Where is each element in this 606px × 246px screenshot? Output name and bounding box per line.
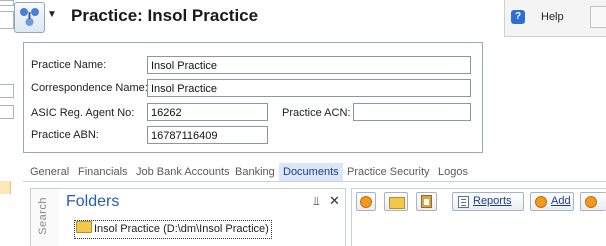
app-menu-button[interactable]: [14, 2, 45, 33]
tab-divider: [23, 181, 606, 182]
practice-acn-label: Practice ACN:: [282, 107, 351, 119]
new-document-button[interactable]: [356, 192, 376, 211]
paste-button[interactable]: [416, 192, 437, 211]
add-circle-icon: [585, 196, 597, 208]
folder-tree-item-label: Insol Practice (D:\dm\Insol Practice): [94, 223, 269, 235]
page-title: Practice: Insol Practice: [71, 6, 259, 25]
left-strip-segment: [0, 84, 14, 98]
tab-job-bank-accounts[interactable]: Job Bank Accounts: [136, 163, 230, 181]
pin-icon[interactable]: ⫫: [313, 194, 320, 209]
folder-icon: [76, 221, 92, 233]
left-strip-selected-item: [0, 181, 11, 194]
tab-documents[interactable]: Documents: [279, 163, 343, 181]
tab-general[interactable]: General: [30, 163, 69, 181]
help-icon[interactable]: ?: [511, 10, 525, 24]
report-icon: [458, 196, 469, 208]
left-strip-segment: [0, 11, 14, 29]
tab-practice-security[interactable]: Practice Security: [347, 163, 430, 181]
tab-financials[interactable]: Financials: [78, 163, 128, 181]
open-folder-icon: [389, 197, 405, 209]
left-clipped-panel: [0, 0, 14, 245]
clipboard-icon: [421, 195, 432, 208]
toolbar-overflow-button[interactable]: [590, 6, 606, 28]
tab-banking[interactable]: Banking: [235, 163, 275, 181]
folders-title: Folders: [66, 193, 120, 210]
reports-button-label: Reports: [473, 195, 512, 207]
correspondence-name-label: Correspondence Name:: [31, 82, 148, 94]
practice-abn-label: Practice ABN:: [31, 129, 99, 141]
folder-tree-item[interactable]: Insol Practice (D:\dm\Insol Practice): [74, 220, 272, 239]
add-circle-icon: [360, 196, 372, 208]
add-button-label: Add: [551, 195, 571, 207]
chevron-down-icon[interactable]: ▼: [46, 9, 58, 21]
practice-name-field[interactable]: Insol Practice: [147, 56, 471, 74]
help-button[interactable]: Help: [541, 11, 564, 23]
correspondence-name-field[interactable]: Insol Practice: [147, 79, 471, 97]
practice-details-form: Practice Name: Insol Practice Correspond…: [23, 42, 483, 153]
asic-reg-agent-label: ASIC Reg. Agent No:: [31, 107, 135, 119]
search-side-tab-label: Search: [37, 197, 49, 235]
practice-acn-field[interactable]: [353, 103, 471, 121]
left-strip-segment: [0, 0, 14, 6]
tab-logos[interactable]: Logos: [438, 163, 468, 181]
practice-name-label: Practice Name:: [31, 59, 107, 71]
asic-reg-agent-field[interactable]: 16262: [147, 103, 268, 121]
left-strip-segment: [0, 105, 14, 119]
search-side-tab[interactable]: Search: [30, 188, 60, 246]
add-circle-icon: [535, 196, 547, 208]
close-icon[interactable]: ✕: [329, 193, 340, 209]
open-folder-button[interactable]: [384, 192, 408, 211]
clipped-toolbar-button[interactable]: [580, 192, 606, 211]
app-icon: [20, 8, 39, 26]
practice-abn-field[interactable]: 16787116409: [147, 126, 268, 144]
